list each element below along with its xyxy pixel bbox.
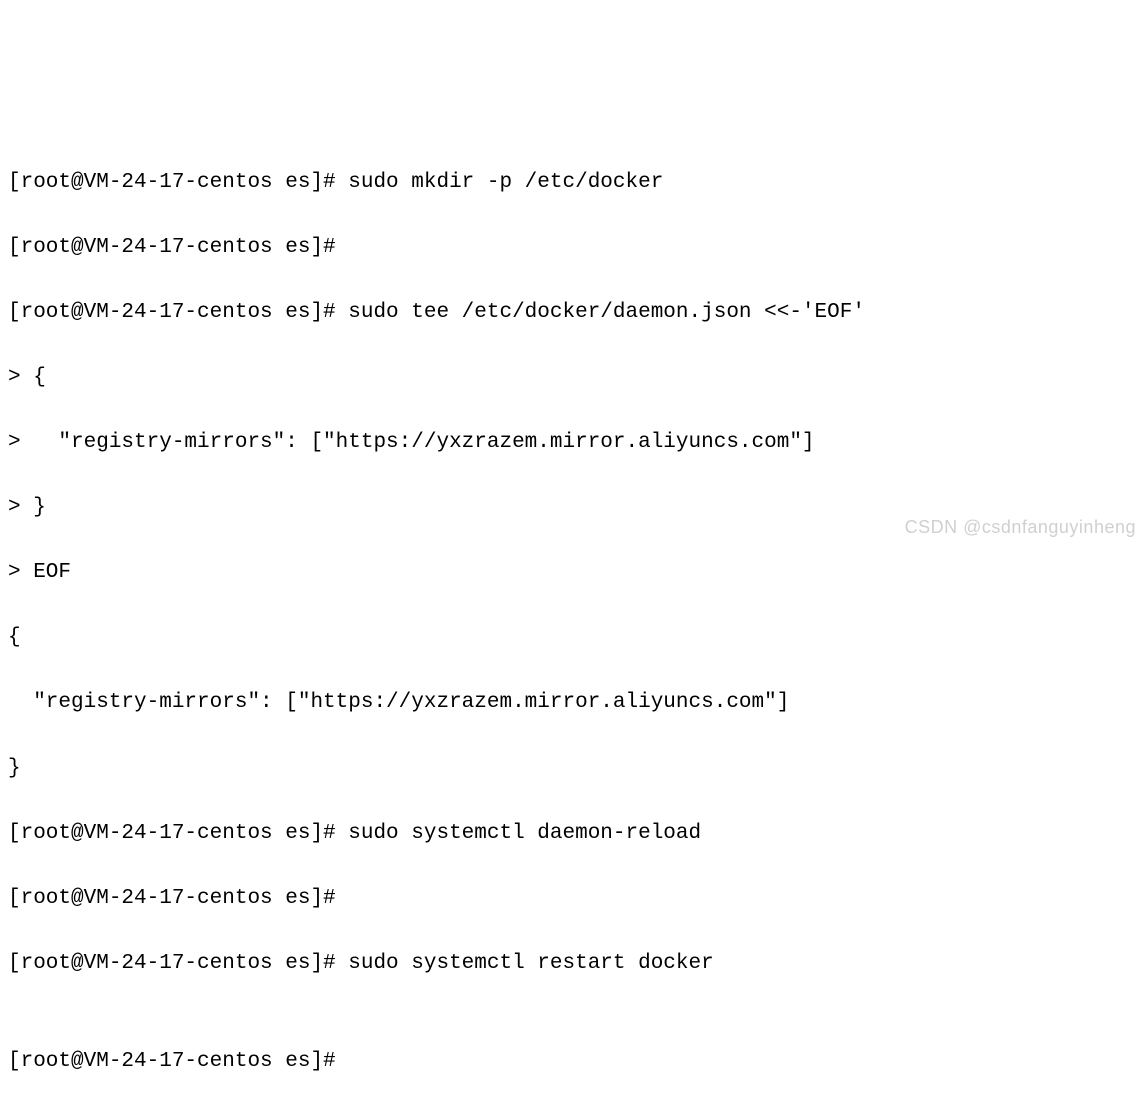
terminal-line: > "registry-mirrors": ["https://yxzrazem… xyxy=(8,427,1136,460)
watermark: CSDN @csdnfanguyinheng xyxy=(905,514,1136,542)
terminal-line: > { xyxy=(8,362,1136,395)
terminal-line: [root@VM-24-17-centos es]# sudo tee /etc… xyxy=(8,297,1136,330)
terminal-line: "registry-mirrors": ["https://yxzrazem.m… xyxy=(8,687,1136,720)
terminal-output[interactable]: [root@VM-24-17-centos es]# sudo mkdir -p… xyxy=(8,134,1136,1100)
terminal-line: [root@VM-24-17-centos es]# sudo systemct… xyxy=(8,818,1136,851)
terminal-line: > EOF xyxy=(8,557,1136,590)
terminal-line: [root@VM-24-17-centos es]# sudo systemct… xyxy=(8,948,1136,981)
terminal-line: [root@VM-24-17-centos es]# xyxy=(8,883,1136,916)
terminal-line: } xyxy=(8,753,1136,786)
terminal-line: [root@VM-24-17-centos es]# xyxy=(8,232,1136,265)
terminal-line: { xyxy=(8,622,1136,655)
terminal-line: [root@VM-24-17-centos es]# xyxy=(8,1046,1136,1079)
terminal-line: [root@VM-24-17-centos es]# sudo mkdir -p… xyxy=(8,167,1136,200)
